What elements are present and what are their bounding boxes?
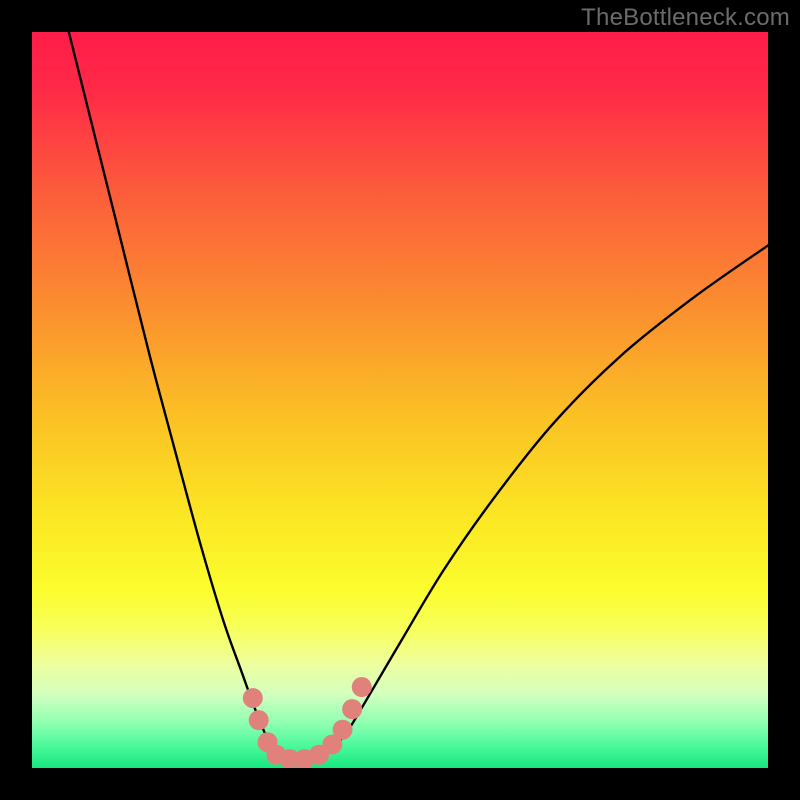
watermark-text: TheBottleneck.com <box>581 4 790 32</box>
bottleneck-chart <box>32 32 768 768</box>
chart-frame: TheBottleneck.com <box>0 0 800 800</box>
marker-dot <box>333 720 353 740</box>
gradient-background <box>32 32 768 768</box>
plot-area <box>32 32 768 768</box>
marker-dot <box>352 677 372 697</box>
marker-dot <box>243 688 263 708</box>
marker-dot <box>249 710 269 730</box>
marker-dot <box>342 699 362 719</box>
